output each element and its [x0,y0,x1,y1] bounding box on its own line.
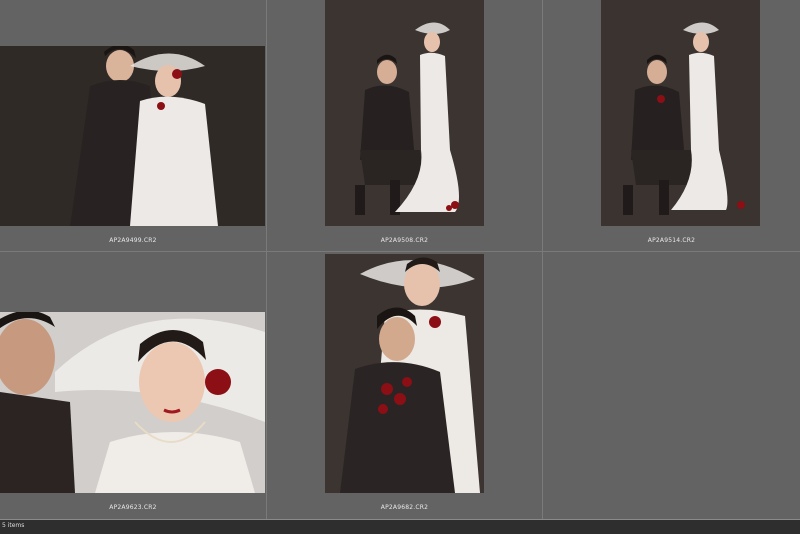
photo-thumbnail[interactable] [325,0,484,226]
thumbnail-cell[interactable]: AP2A9682.CR2 [267,252,542,519]
thumbnail-cell[interactable]: AP2A9508.CR2 [267,0,542,251]
thumbnail-grid: AP2A9499.CR2 AP2A9508.CR2 AP2A9514.CR2 A… [0,0,800,519]
photo-thumbnail[interactable] [0,312,265,493]
photo-bride-closeup [0,312,265,493]
photo-couple-seated [325,0,484,226]
thumbnail-filename: AP2A9514.CR2 [647,237,696,244]
status-bar: 5 items [0,519,800,534]
thumbnail-cell[interactable]: AP2A9499.CR2 [0,0,266,251]
item-count: 5 items [2,522,25,529]
photo-couple-standing [0,46,265,226]
photo-thumbnail[interactable] [0,46,265,226]
thumbnail-filename: AP2A9499.CR2 [109,237,157,244]
thumbnail-cell[interactable]: AP2A9514.CR2 [543,0,800,251]
thumbnail-filename: AP2A9623.CR2 [109,504,157,511]
photo-couple-embrace [325,254,484,493]
photo-thumbnail[interactable] [325,254,484,493]
thumbnail-filename: AP2A9682.CR2 [380,504,429,511]
empty-cell [543,252,800,519]
photo-thumbnail[interactable] [601,0,760,226]
thumbnail-cell[interactable]: AP2A9623.CR2 [0,252,266,519]
thumbnail-filename: AP2A9508.CR2 [380,237,429,244]
photo-couple-seated-2 [601,0,760,226]
